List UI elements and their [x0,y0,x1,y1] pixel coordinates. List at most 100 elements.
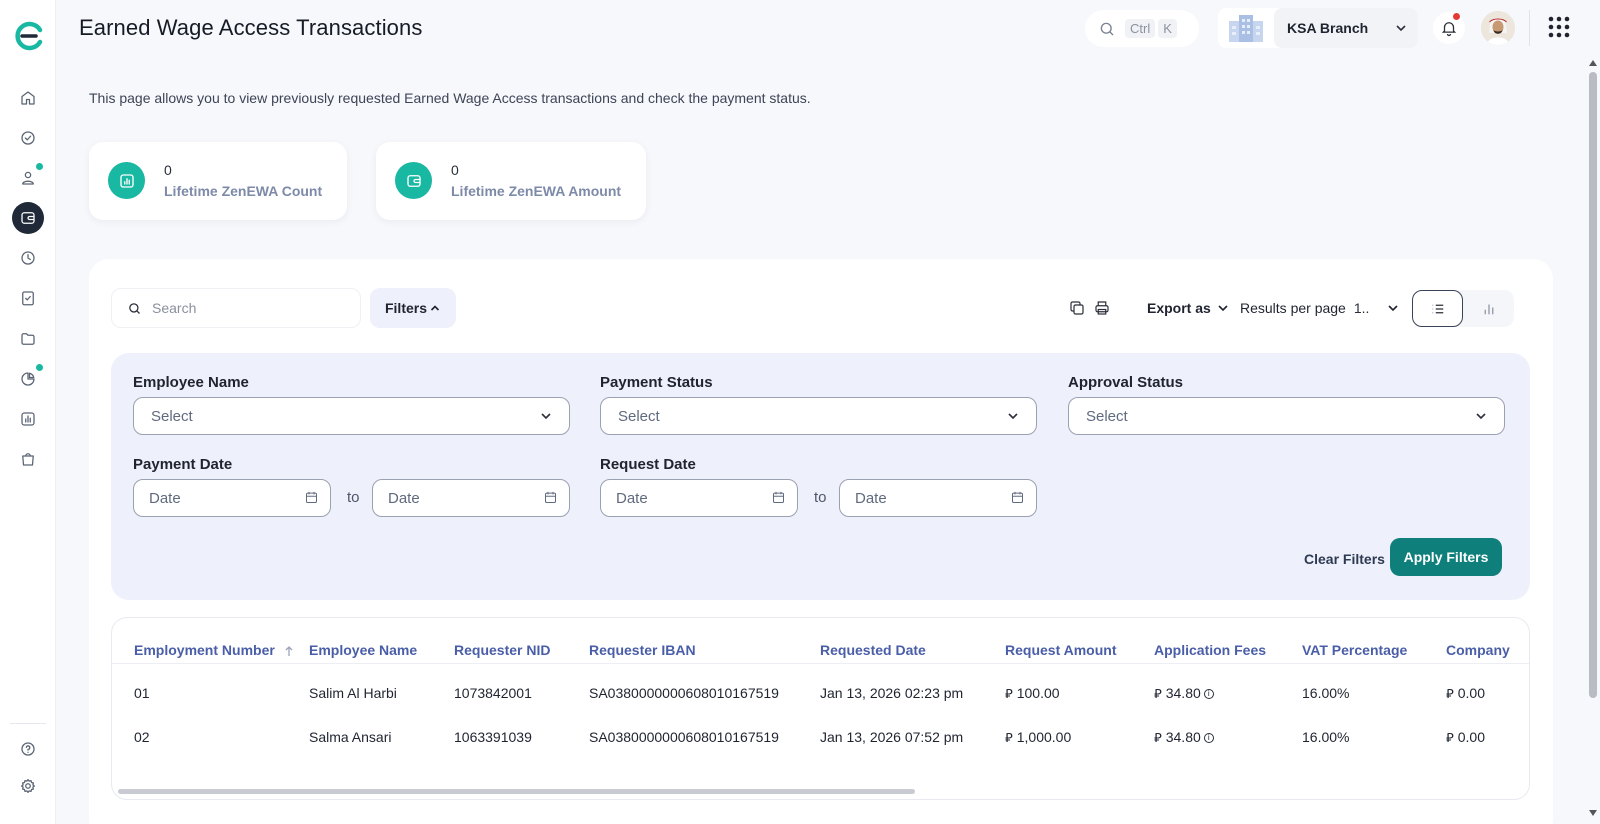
user-icon [22,171,34,185]
help-icon [21,742,35,756]
sidebar [0,0,56,824]
calendar-icon [304,490,319,505]
request-date-from[interactable]: Date [600,479,798,517]
scroll-down-icon[interactable] [1589,810,1597,816]
sidebar-item-people[interactable] [12,162,44,194]
export-dropdown[interactable]: Export as [1147,300,1229,316]
sidebar-item-reports[interactable] [12,403,44,435]
sidebar-item-analytics[interactable] [12,363,44,395]
request-date-label: Request Date [600,456,696,473]
page-scrollbar[interactable] [1589,60,1597,816]
clear-filters-button[interactable]: Clear Filters [1304,551,1385,567]
cell-requester-iban: SA0380000000608010167519 [589,685,779,701]
search-icon [1100,22,1114,35]
cell-employee-name: Salim Al Harbi [309,685,397,701]
view-toggle [1412,290,1514,327]
sidebar-item-approvals[interactable] [12,282,44,314]
apply-filters-button[interactable]: Apply Filters [1390,538,1502,576]
scroll-up-icon[interactable] [1589,60,1597,66]
chevron-down-icon [1396,25,1406,32]
column-header[interactable]: VAT Percentage [1302,642,1407,658]
scrollbar-thumb[interactable] [1589,72,1597,698]
print-button[interactable] [1093,299,1111,317]
employee-name-select[interactable]: Select [133,397,570,435]
column-header[interactable]: Employment Number [134,642,294,658]
date-placeholder: Date [855,489,887,507]
horizontal-scrollbar[interactable] [118,789,915,794]
request-date-to[interactable]: Date [839,479,1037,517]
branch-select[interactable]: KSA Branch [1274,8,1418,48]
cell-employment-number: 01 [134,685,150,701]
copy-icon [1070,301,1084,315]
cell-application-fees: ⃁ 34.80 i [1154,729,1214,746]
notifications-button[interactable] [1433,12,1465,44]
apps-grid-icon [1548,16,1570,38]
sidebar-item-home[interactable] [12,82,44,114]
calendar-icon [771,490,786,505]
riyal-icon: ⃁ [1154,686,1162,701]
info-icon[interactable]: i [1203,733,1214,744]
info-icon[interactable]: i [1203,689,1214,700]
cell-requester-nid: 1063391039 [454,729,532,745]
payment-date-to[interactable]: Date [372,479,570,517]
column-header[interactable]: Employee Name [309,642,417,658]
chevron-down-icon [1218,305,1228,312]
chevron-down-icon [1388,305,1398,312]
payment-status-select[interactable]: Select [600,397,1037,435]
column-header[interactable]: Request Amount [1005,642,1116,658]
table-search[interactable] [111,288,361,328]
column-header[interactable]: Requested Date [820,642,926,658]
copy-button[interactable] [1068,299,1086,317]
branch-name: KSA Branch [1287,20,1369,36]
wallet-icon [21,212,35,224]
sidebar-item-store[interactable] [12,443,44,475]
sidebar-item-documents[interactable] [12,323,44,355]
apps-grid-button[interactable] [1546,14,1572,40]
riyal-icon: ⃁ [1005,730,1013,745]
approval-status-select[interactable]: Select [1068,397,1505,435]
results-per-page[interactable]: Results per page 1.. [1240,300,1399,316]
payment-date-from[interactable]: Date [133,479,331,517]
cell-requester-iban: SA0380000000608010167519 [589,729,779,745]
column-header[interactable]: Requester IBAN [589,642,696,658]
sidebar-item-settings[interactable] [12,770,44,802]
stat-wallet-icon [395,162,432,199]
printer-icon [1095,301,1109,315]
stat-card-count: 0 Lifetime ZenEWA Count [89,142,347,220]
column-header[interactable]: Application Fees [1154,642,1266,658]
riyal-icon: ⃁ [1446,686,1454,701]
header-divider [112,663,1529,664]
sidebar-item-time[interactable] [12,242,44,274]
sidebar-item-tasks[interactable] [12,122,44,154]
riyal-icon: ⃁ [1154,730,1162,745]
payment-status-label: Payment Status [600,374,713,391]
column-header[interactable]: Requester NID [454,642,550,658]
filters-toggle-button[interactable]: Filters [370,288,456,328]
cell-company: ⃁ 0.00 [1446,729,1485,745]
header-divider [1529,10,1530,46]
export-label: Export as [1147,300,1211,316]
select-placeholder: Select [618,407,660,425]
calendar-icon [1010,490,1025,505]
folder-icon [21,333,35,345]
chart-view-button[interactable] [1463,290,1514,327]
transactions-table: Employment Number Employee Name Requeste… [111,617,1530,800]
home-icon [21,91,35,105]
branch-switcher[interactable]: KSA Branch [1218,8,1418,48]
list-view-button[interactable] [1412,290,1463,327]
column-header[interactable]: Company [1446,642,1510,658]
app-logo[interactable] [14,21,44,51]
results-per-page-value: 1.. [1353,300,1370,316]
stat-value: 0 [164,162,172,178]
sidebar-item-help[interactable] [12,733,44,765]
stat-value: 0 [451,162,459,178]
avatar[interactable] [1481,11,1515,45]
sidebar-item-ewa[interactable] [12,202,44,234]
cell-employment-number: 02 [134,729,150,745]
search-input[interactable] [152,300,332,316]
riyal-icon: ⃁ [1005,686,1013,701]
bar-chart-icon [1484,304,1493,314]
stat-card-amount: 0 Lifetime ZenEWA Amount [376,142,646,220]
date-placeholder: Date [616,489,648,507]
global-search[interactable]: Ctrl K [1085,10,1199,47]
